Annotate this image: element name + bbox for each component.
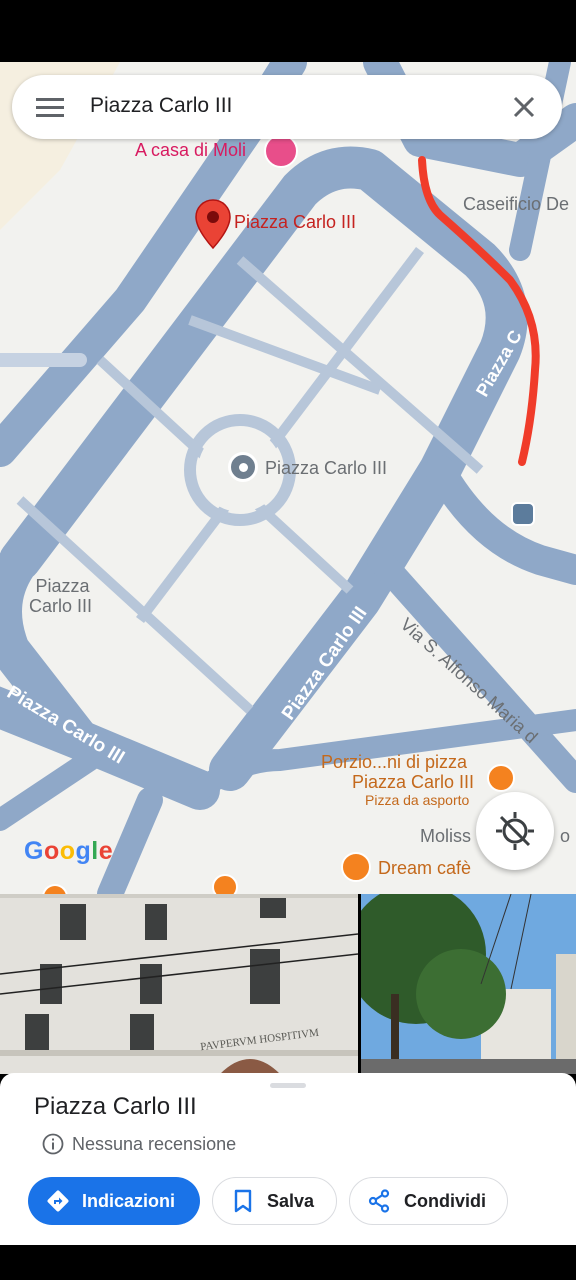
save-label: Salva [267, 1190, 315, 1211]
restaurant-icon-bottom[interactable] [212, 874, 238, 894]
share-icon [368, 1189, 390, 1213]
street-photo [361, 894, 576, 1074]
poi-label-caseificio[interactable]: Caseificio De [463, 194, 569, 215]
building-photo [0, 894, 358, 1074]
close-icon[interactable] [512, 95, 536, 119]
bookmark-icon [234, 1189, 252, 1213]
poi-label-dream-cafe[interactable]: Dream cafè [378, 858, 471, 879]
red-pin-icon[interactable] [194, 198, 232, 250]
navigation-bar [0, 1245, 576, 1280]
poi-label-casa-di-moli[interactable]: A casa di Moli [135, 140, 246, 161]
review-row: Nessuna recensione [42, 1131, 236, 1157]
directions-icon [47, 1190, 69, 1212]
hamburger-menu-icon[interactable] [36, 95, 64, 119]
area-label-left: Piazza Carlo III [29, 576, 92, 616]
info-icon [42, 1133, 64, 1155]
poi-label-porzio[interactable]: Porzio...ni di pizza [321, 752, 467, 773]
search-input[interactable]: Piazza Carlo III [90, 94, 232, 118]
area-label-line1: Piazza [35, 576, 90, 596]
hotel-icon[interactable] [264, 134, 298, 168]
area-label-line2: Carlo III [29, 596, 93, 616]
place-photo-1[interactable]: PAVPERVM HOSPITIVM [0, 894, 358, 1074]
status-bar [0, 0, 576, 62]
search-bar[interactable]: Piazza Carlo III [12, 75, 562, 139]
poi-label-moliss[interactable]: Moliss [420, 826, 471, 847]
share-button[interactable]: Condividi [349, 1177, 508, 1225]
drag-handle[interactable] [270, 1083, 306, 1088]
save-button[interactable]: Salva [212, 1177, 337, 1225]
locate-me-icon [496, 812, 534, 850]
directions-button[interactable]: Indicazioni [28, 1177, 200, 1225]
bus-stop-icon[interactable] [511, 502, 535, 526]
poi-label-center[interactable]: Piazza Carlo III [265, 458, 387, 479]
google-logo: Google [24, 837, 114, 865]
place-photo-2[interactable] [361, 894, 576, 1074]
review-status: Nessuna recensione [72, 1133, 237, 1154]
poi-label-porzio-line2[interactable]: Piazza Carlo III [352, 772, 474, 793]
directions-label: Indicazioni [82, 1190, 176, 1211]
poi-marker-icon[interactable] [228, 452, 258, 482]
place-title: Piazza Carlo III [34, 1093, 197, 1120]
poi-label-moliss-suffix: o [560, 826, 571, 846]
poi-label-porzio-type: Pizza da asporto [365, 792, 470, 808]
locate-me-button[interactable] [476, 792, 554, 870]
map-view[interactable]: A casa di Moli Piazza Carlo III Caseific… [0, 62, 576, 894]
bar-icon[interactable] [341, 852, 371, 882]
restaurant-icon[interactable] [487, 764, 515, 792]
share-label: Condividi [404, 1190, 486, 1211]
pin-label[interactable]: Piazza Carlo III [234, 212, 356, 233]
